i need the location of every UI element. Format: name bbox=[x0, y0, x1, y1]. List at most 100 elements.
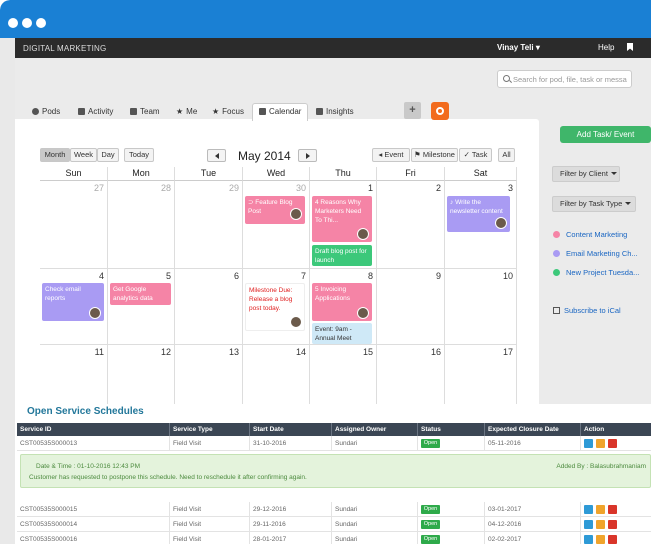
tab-activity[interactable]: Activity bbox=[72, 104, 119, 120]
window-minimize-dot-icon[interactable] bbox=[22, 18, 32, 28]
day-cell[interactable]: 29 bbox=[175, 181, 243, 269]
day-number: 12 bbox=[160, 347, 171, 357]
delete-icon[interactable] bbox=[608, 439, 617, 448]
search-input[interactable]: Search for pod, file, task or messa bbox=[497, 70, 632, 88]
legend-item[interactable]: New Project Tuesda... bbox=[553, 268, 639, 277]
day-cell[interactable]: 16 bbox=[377, 345, 445, 405]
start-date: 28-01-2017 bbox=[250, 532, 332, 544]
day-number: 27 bbox=[93, 183, 104, 193]
tab-label: Team bbox=[140, 107, 160, 116]
table-row[interactable]: CST00535S000014 Field Visit 29-11-2016 S… bbox=[17, 517, 651, 532]
add-icon[interactable] bbox=[584, 520, 593, 529]
note-datetime: Date & Time : 01-10-2016 12:43 PM bbox=[36, 463, 141, 470]
help-link[interactable]: Help bbox=[598, 43, 614, 52]
closure-date: 02-02-2017 bbox=[485, 532, 581, 544]
filter-client-label: Filter by Client bbox=[560, 169, 608, 178]
filter-all-button[interactable]: All bbox=[498, 148, 515, 162]
calendar-event[interactable]: Get Google analytics data bbox=[110, 283, 171, 305]
filter-client-dropdown[interactable]: Filter by Client bbox=[552, 166, 620, 182]
delete-icon[interactable] bbox=[608, 505, 617, 514]
calendar-event[interactable]: Draft blog post for launch bbox=[312, 245, 372, 266]
delete-icon[interactable] bbox=[608, 520, 617, 529]
day-cell[interactable]: 11 bbox=[40, 345, 108, 405]
day-cell[interactable]: 5 bbox=[108, 269, 175, 345]
day-cell[interactable]: 10 bbox=[445, 269, 517, 345]
day-cell[interactable]: 27 bbox=[40, 181, 108, 269]
tab-focus[interactable]: ★ Focus bbox=[206, 104, 250, 120]
filter-task-type-dropdown[interactable]: Filter by Task Type bbox=[552, 196, 636, 212]
add-icon[interactable] bbox=[584, 535, 593, 544]
calendar-icon bbox=[553, 307, 560, 314]
day-cell[interactable]: 15 bbox=[310, 345, 377, 405]
day-number: 2 bbox=[435, 183, 441, 193]
day-number: 16 bbox=[430, 347, 441, 357]
status-cell: Open bbox=[418, 436, 485, 451]
tab-me[interactable]: ★ Me bbox=[170, 104, 203, 120]
delete-icon[interactable] bbox=[608, 535, 617, 544]
calendar-event[interactable]: Event: 9am - Annual Meet bbox=[312, 323, 372, 344]
tab-calendar[interactable]: Calendar bbox=[252, 103, 309, 121]
assigned-owner: Sundari bbox=[332, 532, 418, 544]
add-task-button[interactable]: ✓ Task bbox=[459, 148, 492, 162]
tab-label: Calendar bbox=[269, 107, 302, 116]
today-button[interactable]: Today bbox=[124, 148, 154, 162]
add-icon[interactable] bbox=[584, 505, 593, 514]
edit-icon[interactable] bbox=[596, 439, 605, 448]
window-close-dot-icon[interactable] bbox=[8, 18, 18, 28]
day-cell[interactable]: 12 bbox=[108, 345, 175, 405]
chevron-down-icon: ▾ bbox=[535, 43, 540, 52]
day-number: 3 bbox=[507, 183, 513, 193]
prev-month-button[interactable] bbox=[207, 149, 226, 162]
day-number: 15 bbox=[362, 347, 373, 357]
table-row[interactable]: CST00535S000013 Field Visit 31-10-2016 S… bbox=[17, 436, 651, 451]
day-cell[interactable]: 14 bbox=[243, 345, 310, 405]
subscribe-ical-link[interactable]: Subscribe to iCal bbox=[553, 306, 621, 315]
edit-icon[interactable] bbox=[596, 520, 605, 529]
add-icon[interactable] bbox=[584, 439, 593, 448]
day-cell[interactable]: 30 bbox=[243, 181, 310, 269]
action-cell bbox=[581, 502, 651, 517]
add-event-button[interactable]: ◂ Event bbox=[372, 148, 410, 162]
window-maximize-dot-icon[interactable] bbox=[36, 18, 46, 28]
next-month-button[interactable] bbox=[298, 149, 317, 162]
legend-item[interactable]: Email Marketing Ch... bbox=[553, 249, 638, 258]
notifications-button[interactable] bbox=[431, 102, 449, 120]
view-day-button[interactable]: Day bbox=[97, 148, 119, 162]
service-type: Field Visit bbox=[170, 502, 250, 517]
day-cell[interactable]: 2 bbox=[377, 181, 445, 269]
day-cell[interactable]: 13 bbox=[175, 345, 243, 405]
tab-team[interactable]: Team bbox=[124, 104, 166, 120]
bookmark-icon[interactable] bbox=[627, 43, 633, 51]
tab-insights[interactable]: Insights bbox=[310, 104, 360, 120]
day-cell[interactable]: 28 bbox=[108, 181, 175, 269]
check-icon: ✓ bbox=[463, 150, 470, 159]
service-id: CST00535S000014 bbox=[17, 517, 170, 532]
day-number: 11 bbox=[94, 347, 104, 357]
edit-icon[interactable] bbox=[596, 505, 605, 514]
edit-icon[interactable] bbox=[596, 535, 605, 544]
add-tab-button[interactable]: + bbox=[404, 102, 421, 119]
legend-item[interactable]: Content Marketing bbox=[553, 230, 627, 239]
legend-label: New Project Tuesda... bbox=[566, 268, 640, 277]
user-menu[interactable]: Vinay Teli ▾ bbox=[497, 43, 540, 52]
add-milestone-button[interactable]: ⚑ Milestone bbox=[411, 148, 458, 162]
assigned-owner: Sundari bbox=[332, 517, 418, 532]
day-cell[interactable]: 6 bbox=[175, 269, 243, 345]
event-label: Event bbox=[384, 150, 404, 159]
tab-pods[interactable]: Pods bbox=[26, 104, 66, 120]
day-number: 17 bbox=[502, 347, 513, 357]
weekday-header: Mon bbox=[108, 167, 175, 181]
view-week-button[interactable]: Week bbox=[70, 148, 97, 162]
milestone-label: Milestone bbox=[422, 150, 455, 159]
add-task-event-button[interactable]: Add Task/ Event bbox=[560, 126, 651, 143]
table-row[interactable]: CST00535S000015 Field Visit 29-12-2016 S… bbox=[17, 502, 651, 517]
event-title: Milestone Due: Release a blog post today… bbox=[249, 287, 293, 312]
day-cell[interactable]: 17 bbox=[445, 345, 517, 405]
chevron-down-icon bbox=[610, 172, 617, 178]
table-row[interactable]: CST00535S000016 Field Visit 28-01-2017 S… bbox=[17, 532, 651, 544]
day-cell[interactable]: 9 bbox=[377, 269, 445, 345]
view-month-button[interactable]: Month bbox=[40, 148, 70, 162]
day-number: 13 bbox=[228, 347, 239, 357]
day-number: 9 bbox=[435, 271, 441, 281]
avatar bbox=[290, 208, 302, 220]
